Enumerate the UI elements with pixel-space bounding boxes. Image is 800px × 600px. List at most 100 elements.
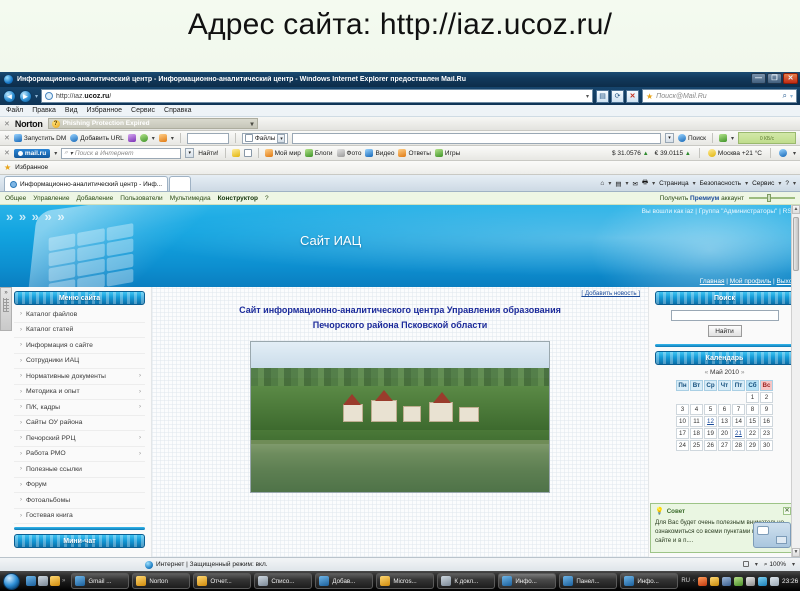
- calendar-cell[interactable]: 16: [760, 416, 773, 427]
- prev-month-icon[interactable]: «: [705, 369, 709, 376]
- sidebar-item-forum[interactable]: › Форум: [14, 478, 145, 493]
- quick-launch-icon[interactable]: [26, 576, 36, 586]
- mailru-find-button[interactable]: Найти!: [198, 150, 218, 157]
- calendar-cell[interactable]: 14: [732, 416, 745, 427]
- mailru-logo[interactable]: mail.ru: [13, 148, 51, 158]
- mailru-search-input[interactable]: ⌕ ▾ Поиск в Интернет: [61, 147, 182, 159]
- mailru-link-answers[interactable]: Ответы: [398, 149, 431, 157]
- sidebar-item-photoalbums[interactable]: › Фотоальбомы: [14, 493, 145, 509]
- ucoz-item-general[interactable]: Общее: [5, 195, 26, 202]
- url-input[interactable]: http://iaz.ucoz.ru/ ▾: [41, 89, 593, 103]
- scrollbar-thumb[interactable]: [793, 217, 799, 271]
- calendar-cell[interactable]: 22: [746, 428, 759, 439]
- ucoz-item-help[interactable]: ?: [265, 195, 269, 202]
- browser-search-input[interactable]: ★ Поиск@Mail.Ru ⌕ ▾: [642, 89, 797, 103]
- calendar-cell[interactable]: 18: [690, 428, 703, 439]
- sidebar-item-siteinfo[interactable]: › Информация о сайте: [14, 338, 145, 354]
- calendar-cell[interactable]: 10: [676, 416, 689, 427]
- maximize-button[interactable]: ❐: [767, 73, 782, 84]
- taskbar-button[interactable]: Norton: [132, 573, 191, 589]
- ucoz-item-management[interactable]: Управление: [33, 195, 69, 202]
- mailru-link-games[interactable]: Игры: [434, 149, 460, 157]
- calendar-cell[interactable]: 11: [690, 416, 703, 427]
- phishing-status-field[interactable]: ? Phishing Protection Expired ▾: [47, 118, 258, 129]
- calendar-cell[interactable]: 17: [676, 428, 689, 439]
- menu-file[interactable]: Файл: [6, 107, 23, 114]
- taskbar-button[interactable]: Gmail ...: [71, 573, 130, 589]
- calendar-cell[interactable]: 29: [746, 440, 759, 451]
- dm-input[interactable]: [186, 132, 229, 144]
- chevron-down-icon[interactable]: ▾: [793, 180, 796, 187]
- slider-knob[interactable]: [767, 194, 771, 202]
- calendar-cell[interactable]: 20: [718, 428, 731, 439]
- nav-link-profile[interactable]: Мой профиль: [730, 278, 771, 285]
- sidebar-item-staff[interactable]: › Сотрудники ИАЦ: [14, 354, 145, 369]
- ucoz-item-add[interactable]: Добавление: [76, 195, 113, 202]
- sidebar-item-staffing[interactable]: › П/К, кадры ›: [14, 400, 145, 416]
- volume-icon[interactable]: [770, 576, 780, 586]
- settings-icon[interactable]: [778, 149, 787, 157]
- close-icon[interactable]: ✕: [783, 507, 791, 515]
- search-input[interactable]: [670, 310, 779, 321]
- collapse-icon[interactable]: »: [4, 290, 7, 296]
- close-button[interactable]: ✕: [783, 73, 798, 84]
- add-url-button[interactable]: Добавить URL: [70, 134, 124, 142]
- feeds-icon[interactable]: ▤: [615, 180, 621, 188]
- chevron-down-icon[interactable]: ▾: [152, 135, 155, 142]
- calendar-cell[interactable]: 3: [676, 404, 689, 415]
- tab-active[interactable]: Информационно-аналитический центр - Инф.…: [4, 176, 169, 191]
- page-scrollbar[interactable]: ▲ ▼: [791, 205, 800, 557]
- sidebar-item-guestbook[interactable]: › Гостевая книга: [14, 509, 145, 524]
- chevron-down-icon[interactable]: ▾: [185, 148, 195, 158]
- mail-icon[interactable]: ✉: [633, 180, 638, 188]
- chevron-down-icon[interactable]: ▾: [608, 180, 611, 187]
- taskbar-button[interactable]: Добав...: [315, 573, 374, 589]
- chevron-down-icon[interactable]: ▾: [664, 133, 674, 143]
- chevron-down-icon[interactable]: ▾: [793, 150, 796, 157]
- scroll-down-icon[interactable]: ▼: [792, 548, 800, 557]
- quick-launch-icon[interactable]: [38, 576, 48, 586]
- dm-search-button[interactable]: Поиск: [677, 134, 706, 142]
- nav-link-home[interactable]: Главная: [700, 278, 725, 285]
- print-icon[interactable]: 🖶: [642, 178, 648, 189]
- scroll-up-icon[interactable]: ▲: [792, 205, 800, 214]
- menu-help[interactable]: Справка: [164, 107, 191, 114]
- zoom-chevron-down-icon[interactable]: ▾: [792, 561, 795, 568]
- calendar-cell[interactable]: 30: [760, 440, 773, 451]
- taskbar-button[interactable]: К докл...: [437, 573, 496, 589]
- calendar-cell-link[interactable]: 12: [704, 416, 717, 427]
- chevron-down-icon[interactable]: ▾: [755, 561, 758, 568]
- ucoz-item-multimedia[interactable]: Мультимедиа: [170, 195, 211, 202]
- favorites-star-icon[interactable]: ★: [4, 163, 11, 172]
- start-dm-button[interactable]: Запустить DM: [13, 134, 66, 142]
- cookie-icon[interactable]: [158, 134, 167, 142]
- pencil-icon[interactable]: [231, 149, 240, 157]
- tray-expand-icon[interactable]: ‹: [693, 578, 695, 584]
- start-orb-icon[interactable]: [3, 572, 20, 590]
- add-news-link[interactable]: [ Добавить новость ]: [160, 290, 640, 297]
- globe-icon[interactable]: [139, 134, 148, 142]
- mailru-link-video[interactable]: Видео: [365, 149, 394, 157]
- calendar-cell[interactable]: 4: [690, 404, 703, 415]
- forward-icon[interactable]: ►: [19, 89, 32, 103]
- taskbar-clock[interactable]: 23:26: [782, 578, 798, 585]
- tools-menu[interactable]: Сервис: [752, 180, 774, 187]
- close-icon[interactable]: ✕: [4, 134, 10, 142]
- quick-launch-icon[interactable]: [50, 576, 60, 586]
- premium-link[interactable]: Получить Премиум аккаунт: [660, 195, 744, 202]
- menu-tools[interactable]: Сервис: [131, 107, 155, 114]
- stop-icon[interactable]: ✕: [626, 89, 639, 103]
- sidebar-item-rrc[interactable]: › Печорский РРЦ ›: [14, 431, 145, 447]
- calendar-cell[interactable]: 8: [746, 404, 759, 415]
- language-indicator[interactable]: RU: [681, 578, 690, 584]
- calendar-cell[interactable]: 23: [760, 428, 773, 439]
- tray-icon[interactable]: [710, 576, 720, 586]
- close-icon[interactable]: ✕: [4, 149, 10, 157]
- calendar-cell[interactable]: 9: [760, 404, 773, 415]
- chevron-down-icon[interactable]: ▾: [171, 135, 174, 142]
- calendar-cell[interactable]: 19: [704, 428, 717, 439]
- sidebar-item-schools[interactable]: › Сайты ОУ района: [14, 416, 145, 431]
- feed-icon[interactable]: ▤: [596, 89, 609, 103]
- sidebar-drag-handle[interactable]: »: [0, 287, 12, 331]
- link-icon[interactable]: [127, 134, 136, 142]
